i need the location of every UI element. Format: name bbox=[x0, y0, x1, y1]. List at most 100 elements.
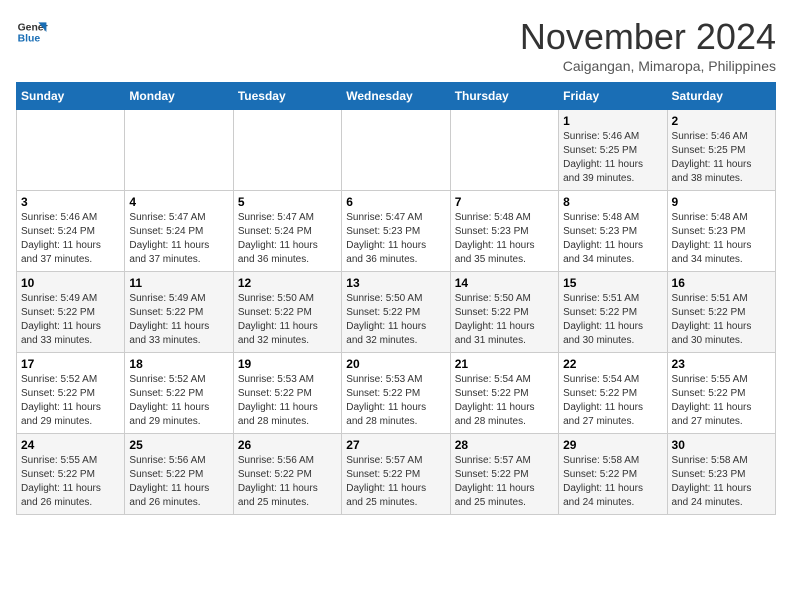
calendar-week-row: 24 Sunrise: 5:55 AM Sunset: 5:22 PM Dayli… bbox=[17, 434, 776, 515]
day-number: 28 bbox=[455, 438, 554, 452]
calendar-day-cell bbox=[342, 110, 450, 191]
calendar-day-cell: 16 Sunrise: 5:51 AM Sunset: 5:22 PM Dayli… bbox=[667, 272, 775, 353]
calendar-day-cell: 17 Sunrise: 5:52 AM Sunset: 5:22 PM Dayli… bbox=[17, 353, 125, 434]
day-number: 29 bbox=[563, 438, 662, 452]
calendar-day-cell: 21 Sunrise: 5:54 AM Sunset: 5:22 PM Dayli… bbox=[450, 353, 558, 434]
day-of-week-header: Monday bbox=[125, 83, 233, 110]
page-header: General Blue November 2024 Caigangan, Mi… bbox=[16, 16, 776, 74]
calendar-day-cell: 7 Sunrise: 5:48 AM Sunset: 5:23 PM Daylig… bbox=[450, 191, 558, 272]
day-number: 21 bbox=[455, 357, 554, 371]
day-info: Sunrise: 5:57 AM Sunset: 5:22 PM Dayligh… bbox=[346, 454, 445, 510]
day-info: Sunrise: 5:51 AM Sunset: 5:22 PM Dayligh… bbox=[672, 292, 771, 348]
day-info: Sunrise: 5:48 AM Sunset: 5:23 PM Dayligh… bbox=[672, 211, 771, 267]
calendar-day-cell: 20 Sunrise: 5:53 AM Sunset: 5:22 PM Dayli… bbox=[342, 353, 450, 434]
day-info: Sunrise: 5:46 AM Sunset: 5:25 PM Dayligh… bbox=[672, 130, 771, 186]
day-info: Sunrise: 5:58 AM Sunset: 5:22 PM Dayligh… bbox=[563, 454, 662, 510]
calendar-day-cell: 29 Sunrise: 5:58 AM Sunset: 5:22 PM Dayli… bbox=[559, 434, 667, 515]
day-info: Sunrise: 5:50 AM Sunset: 5:22 PM Dayligh… bbox=[238, 292, 337, 348]
day-number: 19 bbox=[238, 357, 337, 371]
calendar-day-cell: 27Sunrise: 5:57 AM Sunset: 5:22 PM Dayli… bbox=[342, 434, 450, 515]
calendar-week-row: 10 Sunrise: 5:49 AM Sunset: 5:22 PM Dayli… bbox=[17, 272, 776, 353]
day-info: Sunrise: 5:49 AM Sunset: 5:22 PM Dayligh… bbox=[129, 292, 228, 348]
day-number: 1 bbox=[563, 114, 662, 128]
logo-icon: General Blue bbox=[16, 16, 48, 48]
day-info: Sunrise: 5:58 AM Sunset: 5:23 PM Dayligh… bbox=[672, 454, 771, 510]
calendar-day-cell: 5Sunrise: 5:47 AM Sunset: 5:24 PM Daylig… bbox=[233, 191, 341, 272]
calendar-day-cell: 26 Sunrise: 5:56 AM Sunset: 5:22 PM Dayli… bbox=[233, 434, 341, 515]
calendar-day-cell: 25 Sunrise: 5:56 AM Sunset: 5:22 PM Dayli… bbox=[125, 434, 233, 515]
day-info: Sunrise: 5:55 AM Sunset: 5:22 PM Dayligh… bbox=[21, 454, 120, 510]
calendar-day-cell: 3Sunrise: 5:46 AM Sunset: 5:24 PM Daylig… bbox=[17, 191, 125, 272]
day-number: 13 bbox=[346, 276, 445, 290]
day-of-week-header: Friday bbox=[559, 83, 667, 110]
calendar-day-cell: 13 Sunrise: 5:50 AM Sunset: 5:22 PM Dayli… bbox=[342, 272, 450, 353]
calendar-day-cell bbox=[17, 110, 125, 191]
day-of-week-header: Thursday bbox=[450, 83, 558, 110]
day-info: Sunrise: 5:56 AM Sunset: 5:22 PM Dayligh… bbox=[238, 454, 337, 510]
calendar-day-cell: 6 Sunrise: 5:47 AM Sunset: 5:23 PM Daylig… bbox=[342, 191, 450, 272]
day-info: Sunrise: 5:48 AM Sunset: 5:23 PM Dayligh… bbox=[455, 211, 554, 267]
day-info: Sunrise: 5:53 AM Sunset: 5:22 PM Dayligh… bbox=[346, 373, 445, 429]
day-of-week-header: Wednesday bbox=[342, 83, 450, 110]
day-info: Sunrise: 5:50 AM Sunset: 5:22 PM Dayligh… bbox=[346, 292, 445, 348]
calendar-day-cell: 4 Sunrise: 5:47 AM Sunset: 5:24 PM Daylig… bbox=[125, 191, 233, 272]
calendar-day-cell bbox=[450, 110, 558, 191]
calendar-week-row: 17 Sunrise: 5:52 AM Sunset: 5:22 PM Dayli… bbox=[17, 353, 776, 434]
day-number: 8 bbox=[563, 195, 662, 209]
day-info: Sunrise: 5:54 AM Sunset: 5:22 PM Dayligh… bbox=[455, 373, 554, 429]
calendar-day-cell: 18 Sunrise: 5:52 AM Sunset: 5:22 PM Dayli… bbox=[125, 353, 233, 434]
day-number: 24 bbox=[21, 438, 120, 452]
day-number: 15 bbox=[563, 276, 662, 290]
calendar-day-cell: 22 Sunrise: 5:54 AM Sunset: 5:22 PM Dayli… bbox=[559, 353, 667, 434]
svg-text:Blue: Blue bbox=[18, 34, 41, 45]
location: Caigangan, Mimaropa, Philippines bbox=[520, 58, 776, 74]
day-info: Sunrise: 5:48 AM Sunset: 5:23 PM Dayligh… bbox=[563, 211, 662, 267]
day-info: Sunrise: 5:51 AM Sunset: 5:22 PM Dayligh… bbox=[563, 292, 662, 348]
calendar-table: SundayMondayTuesdayWednesdayThursdayFrid… bbox=[16, 82, 776, 515]
day-number: 22 bbox=[563, 357, 662, 371]
calendar-day-cell: 30 Sunrise: 5:58 AM Sunset: 5:23 PM Dayli… bbox=[667, 434, 775, 515]
day-number: 5 bbox=[238, 195, 337, 209]
calendar-header-row: SundayMondayTuesdayWednesdayThursdayFrid… bbox=[17, 83, 776, 110]
day-number: 6 bbox=[346, 195, 445, 209]
day-number: 20 bbox=[346, 357, 445, 371]
day-number: 16 bbox=[672, 276, 771, 290]
day-of-week-header: Tuesday bbox=[233, 83, 341, 110]
calendar-day-cell: 23 Sunrise: 5:55 AM Sunset: 5:22 PM Dayli… bbox=[667, 353, 775, 434]
day-number: 25 bbox=[129, 438, 228, 452]
calendar-day-cell: 12Sunrise: 5:50 AM Sunset: 5:22 PM Dayli… bbox=[233, 272, 341, 353]
day-number: 26 bbox=[238, 438, 337, 452]
day-info: Sunrise: 5:52 AM Sunset: 5:22 PM Dayligh… bbox=[21, 373, 120, 429]
calendar-day-cell: 8 Sunrise: 5:48 AM Sunset: 5:23 PM Daylig… bbox=[559, 191, 667, 272]
day-of-week-header: Saturday bbox=[667, 83, 775, 110]
logo: General Blue bbox=[16, 16, 48, 48]
calendar-day-cell: 9 Sunrise: 5:48 AM Sunset: 5:23 PM Daylig… bbox=[667, 191, 775, 272]
day-info: Sunrise: 5:47 AM Sunset: 5:24 PM Dayligh… bbox=[129, 211, 228, 267]
day-number: 18 bbox=[129, 357, 228, 371]
calendar-day-cell: 14Sunrise: 5:50 AM Sunset: 5:22 PM Dayli… bbox=[450, 272, 558, 353]
calendar-day-cell: 19 Sunrise: 5:53 AM Sunset: 5:22 PM Dayli… bbox=[233, 353, 341, 434]
day-number: 23 bbox=[672, 357, 771, 371]
calendar-day-cell: 24 Sunrise: 5:55 AM Sunset: 5:22 PM Dayli… bbox=[17, 434, 125, 515]
day-number: 30 bbox=[672, 438, 771, 452]
day-info: Sunrise: 5:52 AM Sunset: 5:22 PM Dayligh… bbox=[129, 373, 228, 429]
day-number: 3 bbox=[21, 195, 120, 209]
day-number: 2 bbox=[672, 114, 771, 128]
day-number: 10 bbox=[21, 276, 120, 290]
calendar-day-cell bbox=[233, 110, 341, 191]
day-of-week-header: Sunday bbox=[17, 83, 125, 110]
day-info: Sunrise: 5:54 AM Sunset: 5:22 PM Dayligh… bbox=[563, 373, 662, 429]
calendar-day-cell: 1 Sunrise: 5:46 AM Sunset: 5:25 PM Daylig… bbox=[559, 110, 667, 191]
calendar-day-cell: 28Sunrise: 5:57 AM Sunset: 5:22 PM Dayli… bbox=[450, 434, 558, 515]
day-info: Sunrise: 5:46 AM Sunset: 5:25 PM Dayligh… bbox=[563, 130, 662, 186]
day-info: Sunrise: 5:47 AM Sunset: 5:23 PM Dayligh… bbox=[346, 211, 445, 267]
calendar-day-cell: 11Sunrise: 5:49 AM Sunset: 5:22 PM Dayli… bbox=[125, 272, 233, 353]
calendar-week-row: 3Sunrise: 5:46 AM Sunset: 5:24 PM Daylig… bbox=[17, 191, 776, 272]
day-info: Sunrise: 5:55 AM Sunset: 5:22 PM Dayligh… bbox=[672, 373, 771, 429]
day-info: Sunrise: 5:56 AM Sunset: 5:22 PM Dayligh… bbox=[129, 454, 228, 510]
day-number: 9 bbox=[672, 195, 771, 209]
day-number: 17 bbox=[21, 357, 120, 371]
day-number: 4 bbox=[129, 195, 228, 209]
day-number: 7 bbox=[455, 195, 554, 209]
day-info: Sunrise: 5:53 AM Sunset: 5:22 PM Dayligh… bbox=[238, 373, 337, 429]
